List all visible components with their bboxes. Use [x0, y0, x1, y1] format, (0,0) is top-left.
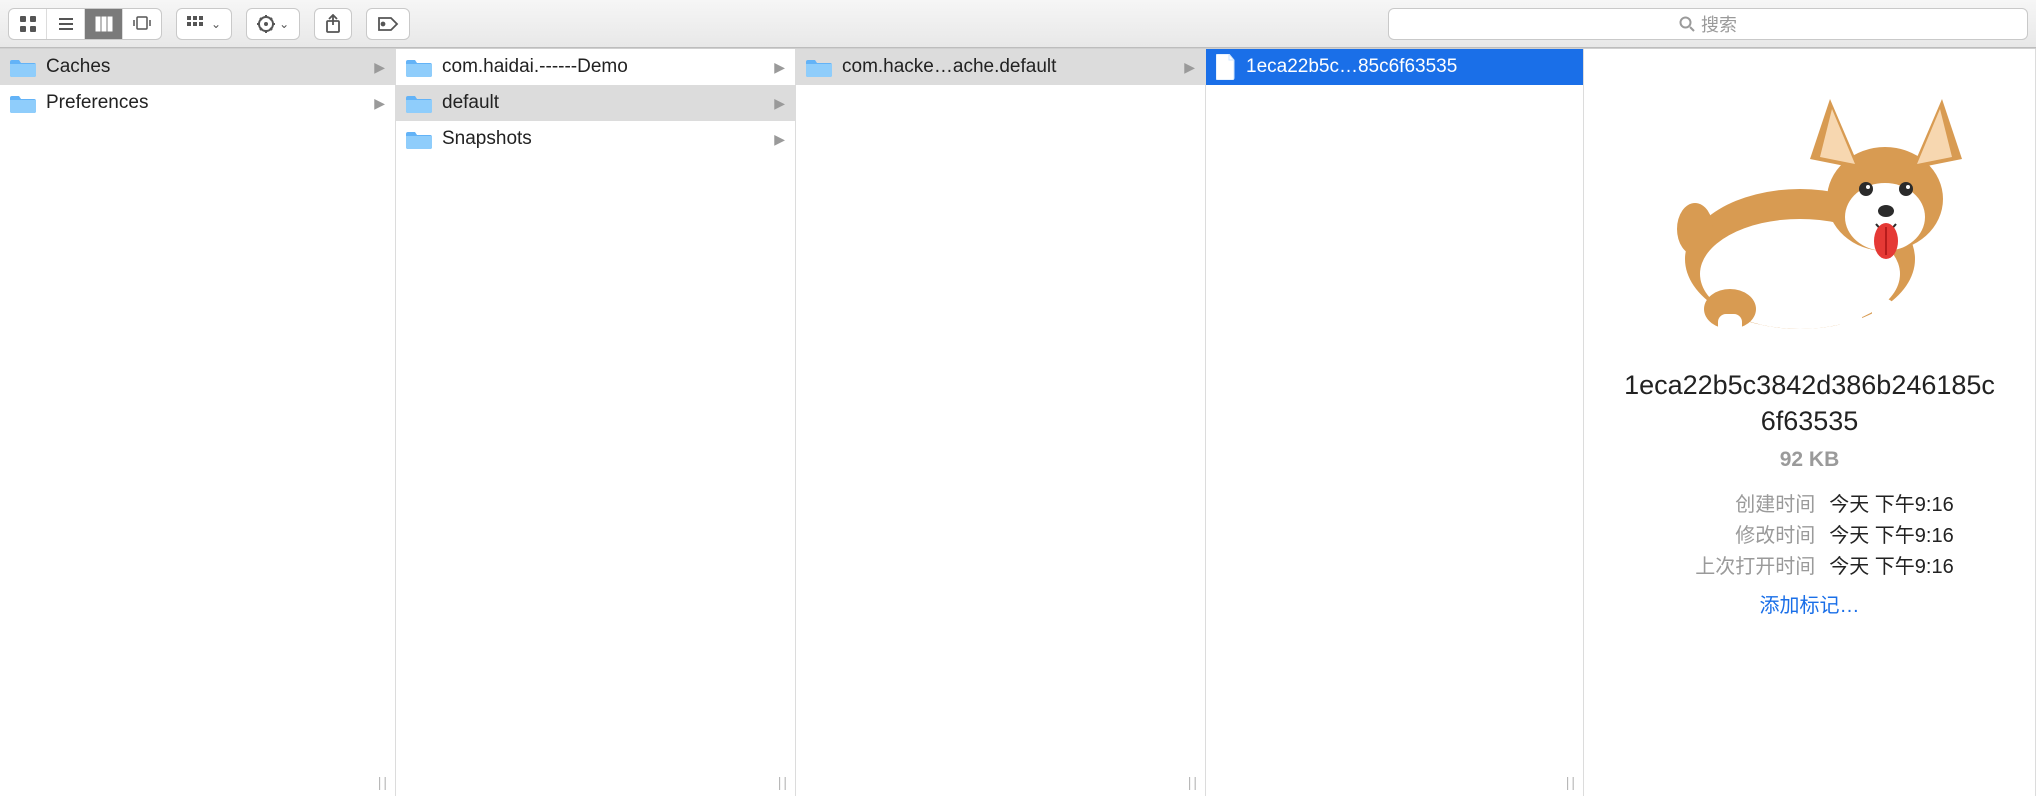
share-button[interactable]	[314, 8, 352, 40]
view-icon-button[interactable]	[9, 9, 47, 39]
column-browser: Caches ▶ Preferences ▶ || com.haidai.------…	[0, 48, 2036, 796]
item-label: com.hacke…ache.default	[842, 56, 1056, 78]
view-columns-button[interactable]	[85, 9, 123, 39]
preview-thumbnail	[1650, 69, 1970, 349]
folder-item[interactable]: Preferences ▶	[0, 85, 395, 121]
meta-value: 今天 下午9:16	[1829, 490, 1953, 521]
column-1: Caches ▶ Preferences ▶ ||	[0, 49, 396, 796]
arrange-button[interactable]: ⌄	[176, 8, 232, 40]
meta-row: 上次打开时间今天 下午9:16	[1665, 552, 1953, 583]
action-button[interactable]: ⌄	[246, 8, 300, 40]
folder-icon	[806, 57, 832, 77]
column-3: com.hacke…ache.default ▶ ||	[796, 49, 1206, 796]
meta-value: 今天 下午9:16	[1829, 552, 1953, 583]
search-icon	[1679, 16, 1695, 32]
preview-filesize: 92 KB	[1780, 448, 1840, 472]
folder-item[interactable]: com.hacke…ache.default ▶	[796, 49, 1205, 85]
column-resize-handle[interactable]: ||	[1188, 774, 1199, 790]
chevron-down-icon: ⌄	[211, 17, 221, 31]
file-icon	[1216, 54, 1236, 80]
meta-value: 今天 下午9:16	[1829, 521, 1953, 552]
tags-button[interactable]	[366, 8, 410, 40]
disclosure-arrow-icon: ▶	[774, 131, 785, 148]
search-placeholder: 搜索	[1701, 11, 1737, 37]
folder-icon	[10, 57, 36, 77]
folder-item[interactable]: default ▶	[396, 85, 795, 121]
meta-label: 创建时间	[1665, 490, 1815, 521]
column-resize-handle[interactable]: ||	[1566, 774, 1577, 790]
folder-icon	[406, 129, 432, 149]
search-field[interactable]: 搜索	[1388, 8, 2028, 40]
item-label: 1eca22b5c…85c6f63535	[1246, 56, 1457, 78]
column-2: com.haidai.------Demo ▶ default ▶ Snapshots ▶…	[396, 49, 796, 796]
item-label: Preferences	[46, 92, 148, 114]
item-label: Snapshots	[442, 128, 532, 150]
folder-icon	[406, 57, 432, 77]
meta-label: 上次打开时间	[1665, 552, 1815, 583]
view-mode-group	[8, 8, 162, 40]
view-list-button[interactable]	[47, 9, 85, 39]
column-resize-handle[interactable]: ||	[778, 774, 789, 790]
folder-icon	[10, 93, 36, 113]
meta-row: 创建时间今天 下午9:16	[1665, 490, 1953, 521]
meta-row: 修改时间今天 下午9:16	[1665, 521, 1953, 552]
meta-label: 修改时间	[1665, 521, 1815, 552]
folder-item[interactable]: Snapshots ▶	[396, 121, 795, 157]
preview-filename: 1eca22b5c3842d386b246185c6f63535	[1620, 367, 2000, 440]
disclosure-arrow-icon: ▶	[774, 95, 785, 112]
column-4: 1eca22b5c…85c6f63535 ||	[1206, 49, 1584, 796]
folder-icon	[406, 93, 432, 113]
preview-metadata: 创建时间今天 下午9:16修改时间今天 下午9:16上次打开时间今天 下午9:1…	[1665, 490, 1953, 583]
item-label: com.haidai.------Demo	[442, 56, 628, 78]
folder-item[interactable]: Caches ▶	[0, 49, 395, 85]
view-gallery-button[interactable]	[123, 9, 161, 39]
chevron-down-icon: ⌄	[279, 17, 289, 31]
item-label: default	[442, 92, 499, 114]
item-label: Caches	[46, 56, 110, 78]
column-resize-handle[interactable]: ||	[378, 774, 389, 790]
preview-pane: 1eca22b5c3842d386b246185c6f63535 92 KB 创…	[1584, 49, 2036, 796]
file-item[interactable]: 1eca22b5c…85c6f63535	[1206, 49, 1583, 85]
toolbar: ⌄ ⌄ 搜索	[0, 0, 2036, 48]
disclosure-arrow-icon: ▶	[374, 59, 385, 76]
disclosure-arrow-icon: ▶	[374, 95, 385, 112]
add-tags-link[interactable]: 添加标记…	[1760, 589, 1860, 618]
folder-item[interactable]: com.haidai.------Demo ▶	[396, 49, 795, 85]
disclosure-arrow-icon: ▶	[1184, 59, 1195, 76]
disclosure-arrow-icon: ▶	[774, 59, 785, 76]
